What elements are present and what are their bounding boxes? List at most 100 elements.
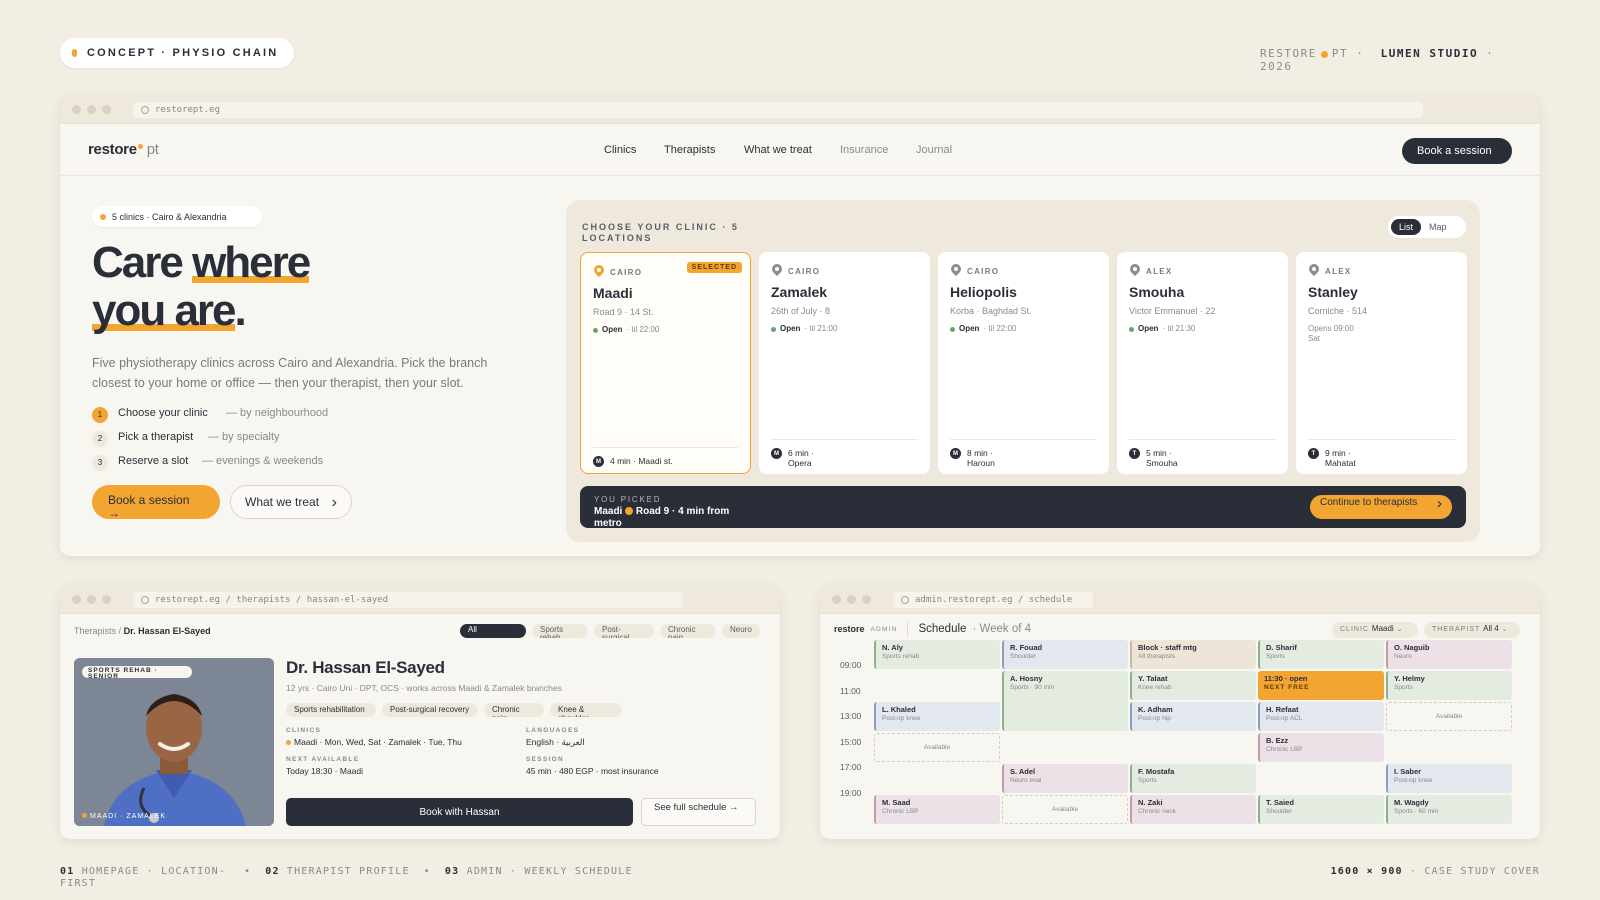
appointment-block[interactable]: Block · staff mtg All therapists <box>1130 640 1256 669</box>
therapist-select[interactable]: THERAPIST All 4 ⌄ <box>1424 622 1520 638</box>
clinic-select[interactable]: CLINIC Maadi ⌄ <box>1332 622 1418 638</box>
button-label: What we treat <box>245 494 320 509</box>
step-number: 2 <box>92 431 108 447</box>
appointment-block[interactable]: K. Adham Post-op hip <box>1130 702 1256 731</box>
appointment-block[interactable]: D. Sharif Sports <box>1258 640 1384 669</box>
clinic-card-heliopolis[interactable]: CAIRO Heliopolis Korba · Baghdad St. Ope… <box>938 252 1109 474</box>
window-dot[interactable] <box>102 595 111 604</box>
clinic-card-smouha[interactable]: ALEX Smouha Victor Emmanuel · 22 Open · t… <box>1117 252 1288 474</box>
select-value: All 4 <box>1483 624 1499 633</box>
clinic-picker: CHOOSE YOUR CLINIC · 5 LOCATIONS List Ma… <box>566 200 1480 542</box>
appointment-block[interactable]: H. Refaat Post-op ACL <box>1258 702 1384 731</box>
logo-suffix: pt <box>146 141 159 158</box>
nav-clinics[interactable]: Clinics <box>604 144 664 156</box>
appointment-block[interactable]: A. Hosny Sports · 90 min <box>1002 671 1128 731</box>
appointment-block[interactable]: R. Fouad Shoulder <box>1002 640 1128 669</box>
appointment-block[interactable]: S. Adel Neuro eval <box>1002 764 1128 793</box>
clinic-card-maadi[interactable]: CAIRO SELECTED Maadi Road 9 · 14 St. Ope… <box>580 252 751 474</box>
open-status-dot <box>593 328 598 333</box>
nav-what-we-treat[interactable]: What we treat <box>744 144 840 156</box>
appointment-block[interactable]: N. Zaki Chronic neck <box>1130 795 1256 824</box>
book-session-button[interactable]: Book a session → <box>92 485 220 519</box>
accent-dot <box>72 49 77 57</box>
appointment-detail: Sports rehab <box>882 653 920 660</box>
nav-links: Clinics Therapists What we treat Insuran… <box>604 144 976 156</box>
nav-therapists[interactable]: Therapists <box>664 144 744 156</box>
time-label: 19:00 <box>840 787 862 798</box>
window-dot[interactable] <box>87 105 96 114</box>
appointment-block[interactable]: B. Ezz Chronic LBP <box>1258 733 1384 762</box>
detail-key: SESSION <box>526 756 564 763</box>
logo[interactable]: restore pt <box>88 141 159 158</box>
nav-journal[interactable]: Journal <box>916 144 976 156</box>
appointment-block[interactable]: O. Naguib Neuro <box>1386 640 1512 669</box>
available-slot[interactable]: Available <box>874 733 1000 762</box>
address-bar[interactable]: restorept.eg / therapists / hassan-el-sa… <box>133 591 683 608</box>
photo-branches: MAADI · ZAMALEK <box>82 813 166 820</box>
footer-number: 02 <box>265 866 280 877</box>
filter-sports-rehab[interactable]: Sports rehab <box>532 624 588 638</box>
appointment-detail: Post-op knee <box>882 715 921 722</box>
appointment-detail: Available <box>1051 806 1079 813</box>
breadcrumb-root[interactable]: Therapists <box>74 626 116 636</box>
window-dot[interactable] <box>87 595 96 604</box>
appointment-title: H. Refaat <box>1266 705 1299 714</box>
therapist-credentials: 12 yrs · Cairo Uni · DPT, OCS · works ac… <box>286 683 562 693</box>
appointment-block[interactable]: 11:30 · open NEXT FREE <box>1258 671 1384 700</box>
breadcrumb-current: Dr. Hassan El-Sayed <box>123 626 211 636</box>
chevron-right-icon: › <box>331 493 337 511</box>
available-slot[interactable]: Available <box>1002 795 1128 824</box>
step-detail: — evenings & weekends <box>202 455 324 467</box>
appointment-block[interactable]: M. Wagdy Sports · 60 min <box>1386 795 1512 824</box>
address-bar[interactable]: restorept.eg <box>133 101 1423 118</box>
detail-key: CLINICS <box>286 727 322 734</box>
closing-time: · til 22:00 <box>626 325 660 334</box>
bullet-separator: • <box>423 866 431 877</box>
location-pin-icon <box>1129 264 1141 278</box>
clinic-card-zamalek[interactable]: CAIRO Zamalek 26th of July · 8 Open · til… <box>759 252 930 474</box>
appointment-block[interactable]: Y. Helmy Sports <box>1386 671 1512 700</box>
metro-icon: M <box>771 448 782 459</box>
appointment-block[interactable]: L. Khaled Post-op knee <box>874 702 1000 731</box>
available-slot[interactable]: Available <box>1386 702 1512 731</box>
step-number: 3 <box>92 455 108 471</box>
full-schedule-button[interactable]: See full schedule → <box>641 798 756 826</box>
selection-bar: YOU PICKED Maadi Road 9 · 4 min from met… <box>580 486 1466 529</box>
nav-insurance[interactable]: Insurance <box>840 144 916 156</box>
appointment-detail: Chronic LBP <box>882 808 919 815</box>
specialty-chips: Sports rehabilitation Post-surgical reco… <box>286 703 766 717</box>
window-dot[interactable] <box>72 105 81 114</box>
appointment-block[interactable]: I. Saber Post-op knee <box>1386 764 1512 793</box>
nav-book-button[interactable]: Book a session <box>1402 138 1512 164</box>
continue-button[interactable]: Continue to therapists › <box>1310 495 1452 519</box>
filter-neuro[interactable]: Neuro <box>722 624 760 638</box>
address-bar[interactable]: admin.restorept.eg / schedule <box>893 591 1093 608</box>
specialty-label: SPORTS REHAB · SENIOR <box>82 666 192 678</box>
book-therapist-button[interactable]: Book with Hassan <box>286 798 633 826</box>
appointment-block[interactable]: T. Saied Shoulder <box>1258 795 1384 824</box>
map-view-tab[interactable]: Map <box>1421 219 1455 235</box>
filter-post-surgical[interactable]: Post-surgical <box>594 624 654 638</box>
admin-brand[interactable]: restore <box>834 624 865 634</box>
window-dot[interactable] <box>102 105 111 114</box>
filter-chronic-pain[interactable]: Chronic pain <box>660 624 716 638</box>
canvas-size: 1600 × 900 <box>1330 866 1403 877</box>
window-dot[interactable] <box>72 595 81 604</box>
what-we-treat-button[interactable]: What we treat › <box>230 485 352 519</box>
appointment-detail: Knee rehab <box>1138 684 1172 691</box>
chevron-down-icon: ⌄ <box>1501 626 1509 633</box>
window-dot[interactable] <box>832 595 841 604</box>
appointment-detail: Post-op hip <box>1138 715 1171 722</box>
window-dot[interactable] <box>847 595 856 604</box>
appointment-block[interactable]: F. Mostafa Sports <box>1130 764 1256 793</box>
list-view-tab[interactable]: List <box>1391 219 1422 235</box>
appointment-block[interactable]: N. Aly Sports rehab <box>874 640 1000 669</box>
clinic-name: Heliopolis <box>950 284 1017 300</box>
open-status-dot <box>771 327 776 332</box>
clinic-card-stanley[interactable]: ALEX Stanley Corniche · 514 Opens 09:00 … <box>1296 252 1467 474</box>
appointment-block[interactable]: M. Saad Chronic LBP <box>874 795 1000 824</box>
window-dot[interactable] <box>862 595 871 604</box>
filter-all[interactable]: All <box>460 624 526 638</box>
appointment-block[interactable]: Y. Talaat Knee rehab <box>1130 671 1256 700</box>
appointment-title: D. Sharif <box>1266 643 1297 652</box>
